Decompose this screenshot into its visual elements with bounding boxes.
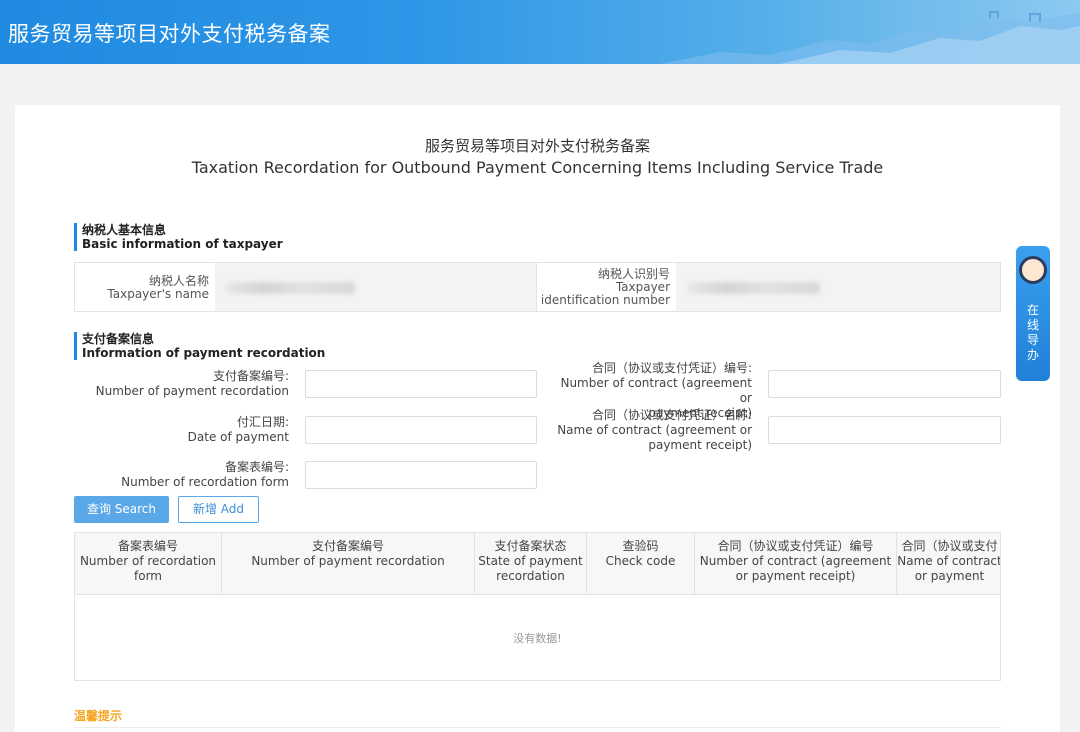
empty-message: 没有数据!	[513, 632, 562, 645]
top-banner: 服务贸易等项目对外支付税务备案	[0, 0, 1080, 64]
main-card: 服务贸易等项目对外支付税务备案 Taxation Recordation for…	[15, 105, 1060, 732]
section-payment-info-heading: 支付备案信息 Information of payment recordatio…	[74, 332, 325, 360]
form-no-input[interactable]	[305, 461, 537, 489]
column-header[interactable]: 合同（协议或支付凭证）编号 Number of contract (agreeme…	[695, 533, 897, 594]
great-wall-illustration	[660, 11, 1080, 64]
section-heading-en: Information of payment recordation	[82, 346, 326, 360]
page-title-en: Taxation Recordation for Outbound Paymen…	[191, 158, 884, 177]
payment-date-label: 付汇日期: Date of payment	[187, 415, 289, 444]
banner-title: 服务贸易等项目对外支付税务备案	[8, 22, 331, 46]
taxpayer-name-label: 纳税人名称 Taxpayer's name	[75, 263, 209, 311]
taxpayer-info-box: 纳税人名称 Taxpayer's name 纳税人识别号 Taxpayer id…	[74, 262, 1001, 312]
results-table: 备案表编号 Number of recordation form 支付备案编号 Num…	[74, 532, 1001, 681]
section-heading-en: Basic information of taxpayer	[82, 237, 283, 251]
page-title-cn: 服务贸易等项目对外支付税务备案	[424, 137, 650, 155]
online-guide-label: 在 线 导 办	[1026, 303, 1039, 362]
search-button[interactable]: 查询 Search	[74, 496, 169, 523]
taxpayer-id-value	[676, 263, 1000, 311]
payment-date-input[interactable]	[305, 416, 537, 444]
column-header[interactable]: 支付备案状态 State of payment recordation	[475, 533, 587, 594]
payment-no-label: 支付备案编号: Number of payment recordation	[95, 369, 289, 398]
section-heading-cn: 纳税人基本信息	[82, 223, 167, 237]
table-header: 备案表编号 Number of recordation form 支付备案编号 Num…	[75, 533, 1000, 595]
online-guide-button[interactable]: 在 线 导 办	[1016, 246, 1050, 381]
taxpayer-id-label: 纳税人识别号 Taxpayer identification number	[536, 263, 670, 311]
contract-name-label: 合同（协议或支付凭证）名称: Name of contract (agreeme…	[557, 408, 752, 452]
payment-no-input[interactable]	[305, 370, 537, 398]
section-basic-info-heading: 纳税人基本信息 Basic information of taxpayer	[74, 223, 283, 251]
assistant-avatar-icon	[1019, 256, 1047, 284]
tips-heading: 温馨提示	[74, 709, 123, 723]
column-header[interactable]: 查验码 Check code	[587, 533, 695, 594]
column-header[interactable]: 支付备案编号 Number of payment recordation	[222, 533, 475, 594]
column-header[interactable]: 合同（协议或支付 Name of contract or payment	[897, 533, 1000, 594]
taxpayer-name-value	[215, 263, 536, 311]
contract-name-input[interactable]	[768, 416, 1001, 444]
contract-no-input[interactable]	[768, 370, 1001, 398]
divider	[74, 727, 1001, 728]
add-button[interactable]: 新增 Add	[178, 496, 259, 523]
section-heading-cn: 支付备案信息	[82, 332, 155, 346]
column-header[interactable]: 备案表编号 Number of recordation form	[75, 533, 222, 594]
form-no-label: 备案表编号: Number of recordation form	[121, 460, 289, 489]
